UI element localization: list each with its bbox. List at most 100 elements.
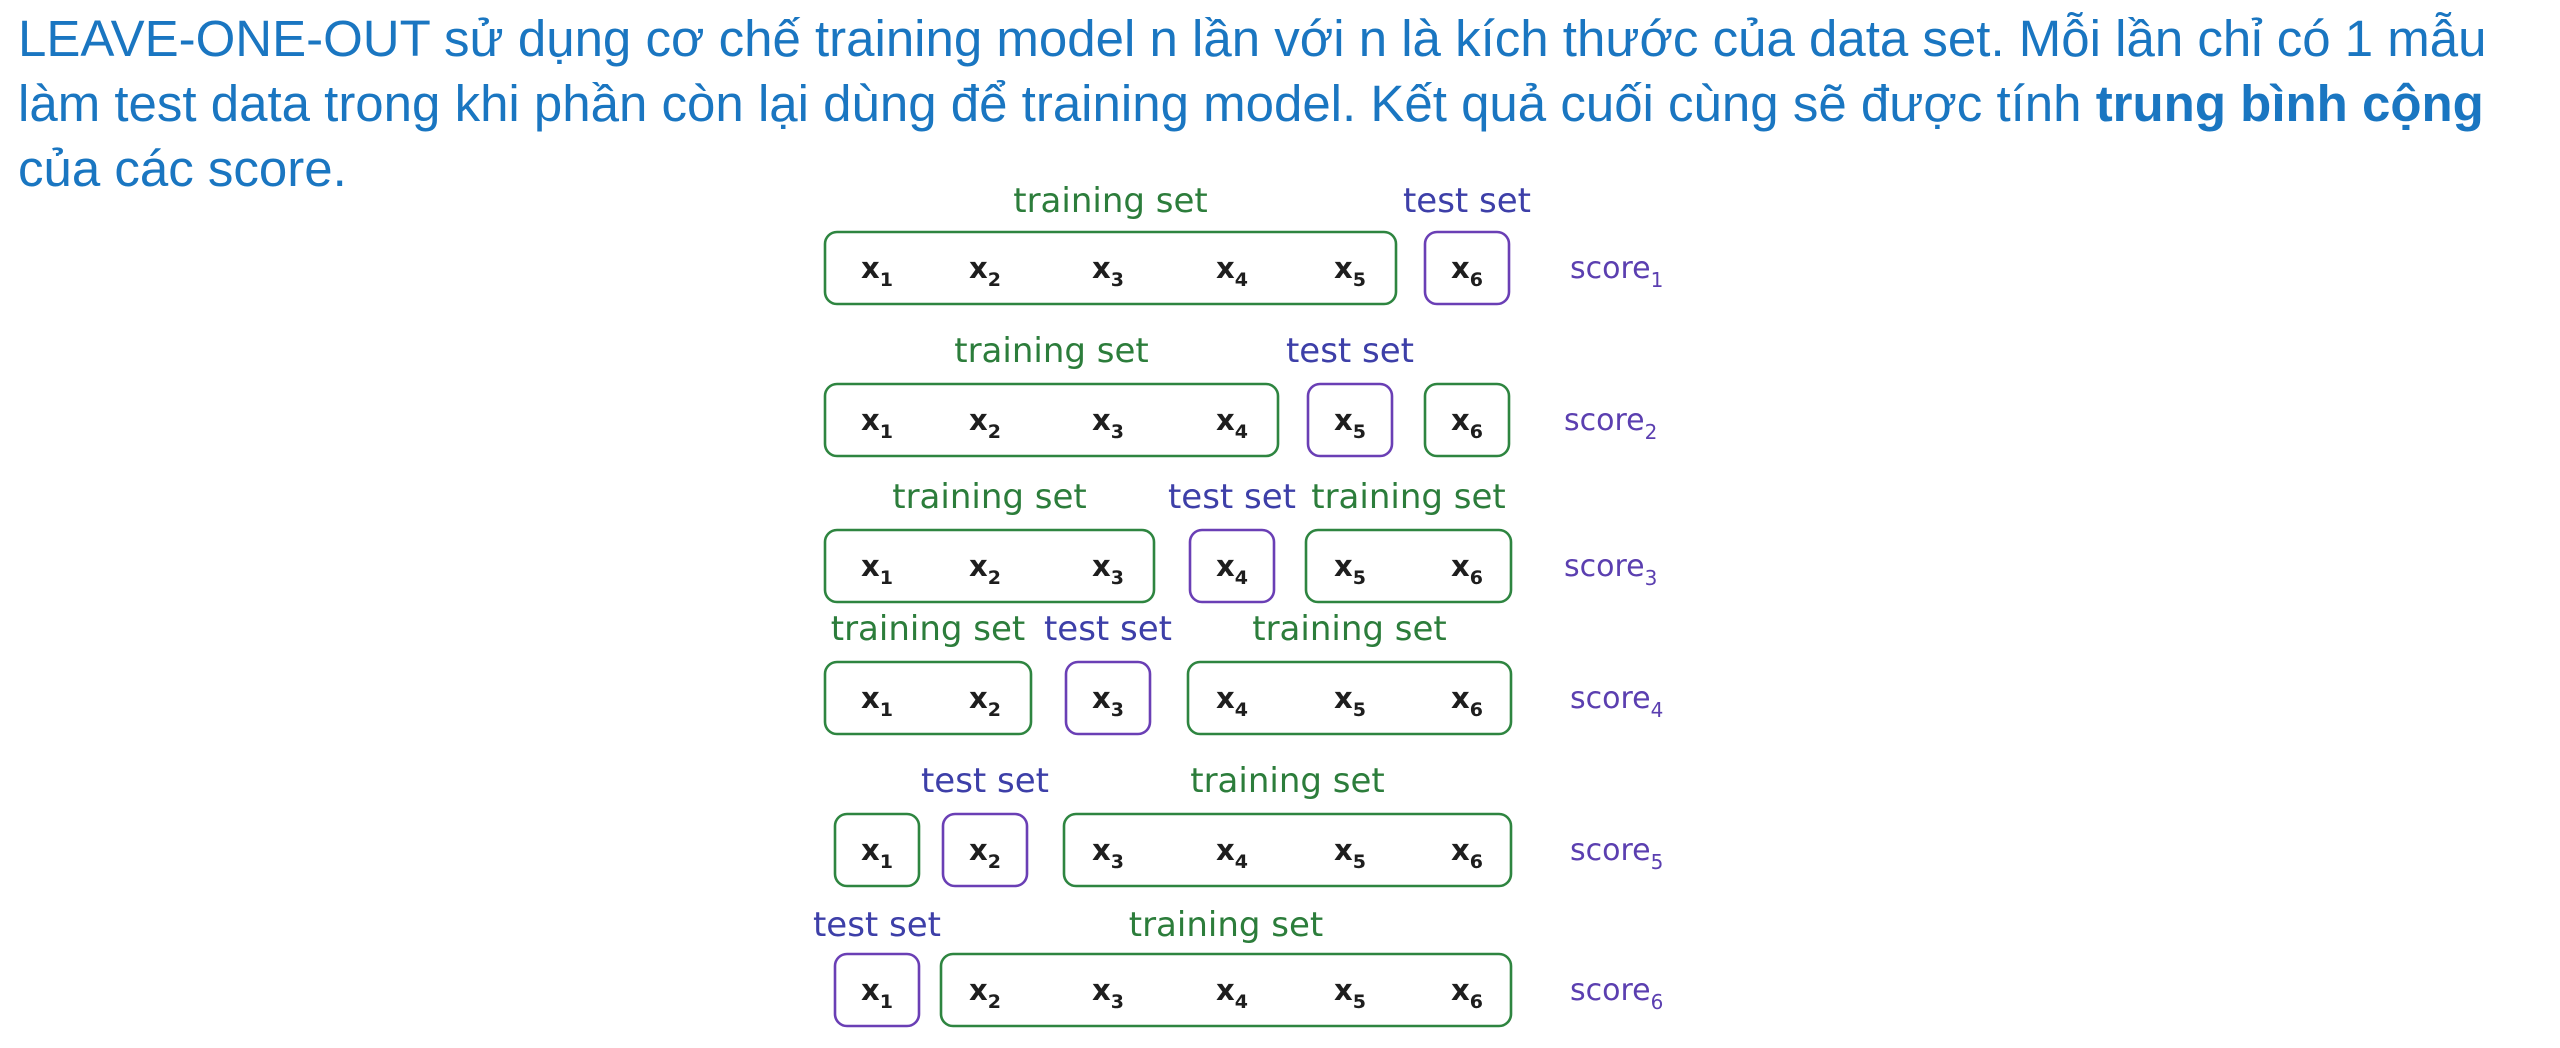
score-label-row6: score6 — [1570, 973, 1663, 1014]
score-index: 4 — [1651, 698, 1664, 722]
score-index: 6 — [1651, 990, 1664, 1014]
score-label-row1: score1 — [1570, 251, 1663, 292]
sample-x3-row3: x3 — [1092, 549, 1124, 589]
sample-index: 2 — [988, 851, 1001, 873]
sample-x3-row4: x3 — [1092, 681, 1124, 721]
sample-x5-row4: x5 — [1334, 681, 1366, 721]
sample-x2-row1: x2 — [969, 251, 1001, 291]
score-label-row4: score4 — [1570, 681, 1663, 722]
sample-index: 5 — [1353, 851, 1366, 873]
sample-index: 1 — [880, 269, 893, 291]
test-set-label-row4: test set — [1044, 609, 1172, 649]
sample-index: 2 — [988, 699, 1001, 721]
sample-x2-row6: x2 — [969, 973, 1001, 1013]
sample-x5-row3: x5 — [1334, 549, 1366, 589]
training-set-label-row4: training set — [831, 609, 1026, 649]
sample-index: 5 — [1353, 991, 1366, 1013]
test-set-label-row3: test set — [1168, 477, 1296, 517]
fold-row-2: training set x1 x2 x3 x4 test set x5 x6 score2 — [823, 331, 1658, 458]
training-set-box-row4-g1 — [823, 660, 1033, 736]
sample-index: 1 — [880, 991, 893, 1013]
score-index: 5 — [1651, 850, 1664, 874]
training-set-box-row5-g3 — [1062, 812, 1513, 888]
sample-x2-row4: x2 — [969, 681, 1001, 721]
sample-x1-row6: x1 — [861, 973, 893, 1013]
fold-row-6: test set x1 training set x2 x3 x4 x5 x6 score6 — [813, 905, 1663, 1028]
sample-index: 4 — [1235, 269, 1248, 291]
training-set-label-row3: training set — [892, 477, 1087, 517]
training-set-label-row2: training set — [954, 331, 1149, 371]
sample-index: 6 — [1470, 421, 1483, 443]
sample-index: 1 — [880, 699, 893, 721]
test-set-label-row1: test set — [1403, 181, 1531, 221]
sample-index: 1 — [880, 567, 893, 589]
sample-index: 3 — [1111, 421, 1124, 443]
sample-index: 6 — [1470, 269, 1483, 291]
sample-index: 5 — [1353, 699, 1366, 721]
sample-x3-row1: x3 — [1092, 251, 1124, 291]
sample-index: 1 — [880, 421, 893, 443]
fold-row-3: training set x1 x2 x3 test set x4 training set… — [823, 477, 1657, 604]
sample-index: 3 — [1111, 851, 1124, 873]
sample-index: 5 — [1353, 269, 1366, 291]
score-label-row3: score3 — [1564, 549, 1657, 590]
sample-index: 3 — [1111, 269, 1124, 291]
sample-index: 1 — [880, 851, 893, 873]
test-set-label-row5: test set — [921, 761, 1049, 801]
sample-x2-row3: x2 — [969, 549, 1001, 589]
sample-x1-row1: x1 — [861, 251, 893, 291]
score-index: 1 — [1651, 268, 1664, 292]
sample-x4-row6: x4 — [1216, 973, 1248, 1013]
sample-x5-row1: x5 — [1334, 251, 1366, 291]
sample-x4-row3: x4 — [1216, 549, 1248, 589]
sample-x5-row6: x5 — [1334, 973, 1366, 1013]
sample-x6-row6: x6 — [1451, 973, 1483, 1013]
sample-x2-row5: x2 — [969, 833, 1001, 873]
sample-index: 6 — [1470, 991, 1483, 1013]
sample-x6-row5: x6 — [1451, 833, 1483, 873]
sample-x6-row1: x6 — [1451, 251, 1483, 291]
sample-index: 4 — [1235, 567, 1248, 589]
sample-x4-row1: x4 — [1216, 251, 1248, 291]
fold-row-5: x1 test set x2 training set x3 x4 x5 x6 score5 — [833, 761, 1663, 888]
sample-x4-row4: x4 — [1216, 681, 1248, 721]
sample-x5-row5: x5 — [1334, 833, 1366, 873]
training-set-label-row3: training set — [1311, 477, 1506, 517]
sample-index: 4 — [1235, 851, 1248, 873]
sample-index: 6 — [1470, 699, 1483, 721]
leave-one-out-diagram: training set x1 x2 x3 x4 x5 test set x6 score1 tr… — [813, 181, 1663, 1028]
sample-index: 6 — [1470, 567, 1483, 589]
sample-index: 2 — [988, 421, 1001, 443]
sample-index: 4 — [1235, 421, 1248, 443]
training-set-label-row6: training set — [1129, 905, 1324, 945]
sample-x4-row5: x4 — [1216, 833, 1248, 873]
sample-x3-row2: x3 — [1092, 403, 1124, 443]
sample-x1-row4: x1 — [861, 681, 893, 721]
sample-index: 4 — [1235, 699, 1248, 721]
score-index: 3 — [1645, 566, 1658, 590]
fold-row-4: training setx1 x2test setx3training setx4… — [823, 609, 1663, 736]
sample-x6-row2: x6 — [1451, 403, 1483, 443]
sample-index: 3 — [1111, 567, 1124, 589]
sample-x1-row2: x1 — [861, 403, 893, 443]
score-label-row5: score5 — [1570, 833, 1663, 874]
fold-row-1: training set x1 x2 x3 x4 x5 test set x6 score1 — [823, 181, 1663, 306]
training-set-label-row5: training set — [1190, 761, 1385, 801]
test-set-label-row2: test set — [1286, 331, 1414, 371]
sample-index: 5 — [1353, 421, 1366, 443]
sample-index: 2 — [988, 567, 1001, 589]
sample-index: 2 — [988, 991, 1001, 1013]
sample-index: 3 — [1111, 991, 1124, 1013]
training-set-box-row2-g1 — [823, 382, 1280, 458]
sample-x5-row2: x5 — [1334, 403, 1366, 443]
sample-index: 2 — [988, 269, 1001, 291]
sample-index: 6 — [1470, 851, 1483, 873]
score-index: 2 — [1645, 420, 1658, 444]
sample-index: 5 — [1353, 567, 1366, 589]
sample-x2-row2: x2 — [969, 403, 1001, 443]
sample-x1-row5: x1 — [861, 833, 893, 873]
sample-x1-row3: x1 — [861, 549, 893, 589]
sample-index: 3 — [1111, 699, 1124, 721]
training-set-label-row4: training set — [1252, 609, 1447, 649]
sample-x6-row3: x6 — [1451, 549, 1483, 589]
